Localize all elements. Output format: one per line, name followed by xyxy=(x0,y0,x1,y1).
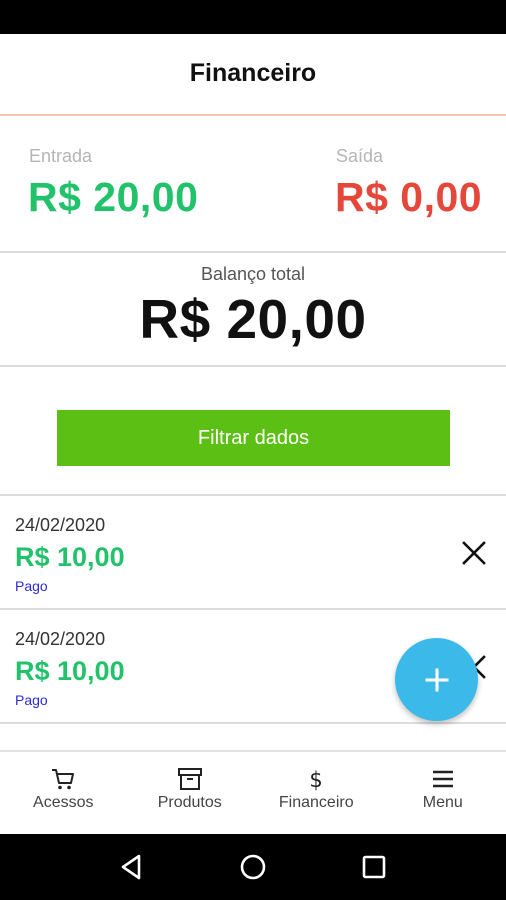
back-button[interactable] xyxy=(115,850,149,884)
transaction-amount: R$ 10,00 xyxy=(15,542,125,572)
expense-value: R$ 0,00 xyxy=(335,174,483,220)
transaction-date: 24/02/2020 xyxy=(15,515,106,535)
recents-icon xyxy=(362,855,385,879)
plus-icon xyxy=(425,668,448,691)
home-button[interactable] xyxy=(236,850,270,884)
page-title: Financeiro xyxy=(189,58,317,87)
nav-label: Menu xyxy=(422,794,463,811)
cart-icon xyxy=(50,766,76,792)
home-icon xyxy=(240,854,266,880)
summary-panel: Entrada R$ 20,00 Saída R$ 0,00 xyxy=(0,116,506,253)
svg-text:$: $ xyxy=(310,768,323,792)
nav-item-menu[interactable]: Menu xyxy=(380,752,506,834)
nav-item-produtos[interactable]: Produtos xyxy=(127,752,254,834)
transaction-row[interactable]: 24/02/2020 R$ 10,00 Pago xyxy=(0,496,506,610)
income-label: Entrada xyxy=(29,146,93,166)
nav-item-financeiro[interactable]: $ Financeiro xyxy=(253,752,380,834)
back-icon xyxy=(122,854,141,880)
recents-button[interactable] xyxy=(357,850,391,884)
status-bar xyxy=(0,0,506,34)
bottom-nav: Acessos Produtos $ Financeiro Menu xyxy=(0,750,506,834)
transaction-date: 24/02/2020 xyxy=(15,629,106,649)
add-transaction-fab[interactable] xyxy=(395,638,478,721)
nav-label: Acessos xyxy=(33,794,94,811)
transaction-amount: R$ 10,00 xyxy=(15,656,125,686)
transaction-status: Pago xyxy=(15,578,48,594)
dollar-icon: $ xyxy=(303,766,329,792)
balance-label: Balanço total xyxy=(200,264,306,284)
filter-data-button[interactable]: Filtrar dados xyxy=(57,410,450,466)
app-header: Financeiro xyxy=(0,34,506,116)
income-value: R$ 20,00 xyxy=(28,174,199,220)
nav-label: Produtos xyxy=(157,794,222,811)
nav-label: Financeiro xyxy=(278,794,354,811)
balance-value: R$ 20,00 xyxy=(139,288,367,350)
expense-label: Saída xyxy=(336,146,384,166)
transaction-status: Pago xyxy=(15,692,48,708)
close-icon xyxy=(462,541,486,565)
delete-transaction-button[interactable] xyxy=(459,538,489,568)
balance-panel: Balanço total R$ 20,00 xyxy=(0,253,506,367)
hamburger-menu-icon xyxy=(430,766,456,792)
nav-item-acessos[interactable]: Acessos xyxy=(0,752,127,834)
archive-box-icon xyxy=(177,766,203,792)
system-navigation-bar xyxy=(0,834,506,900)
